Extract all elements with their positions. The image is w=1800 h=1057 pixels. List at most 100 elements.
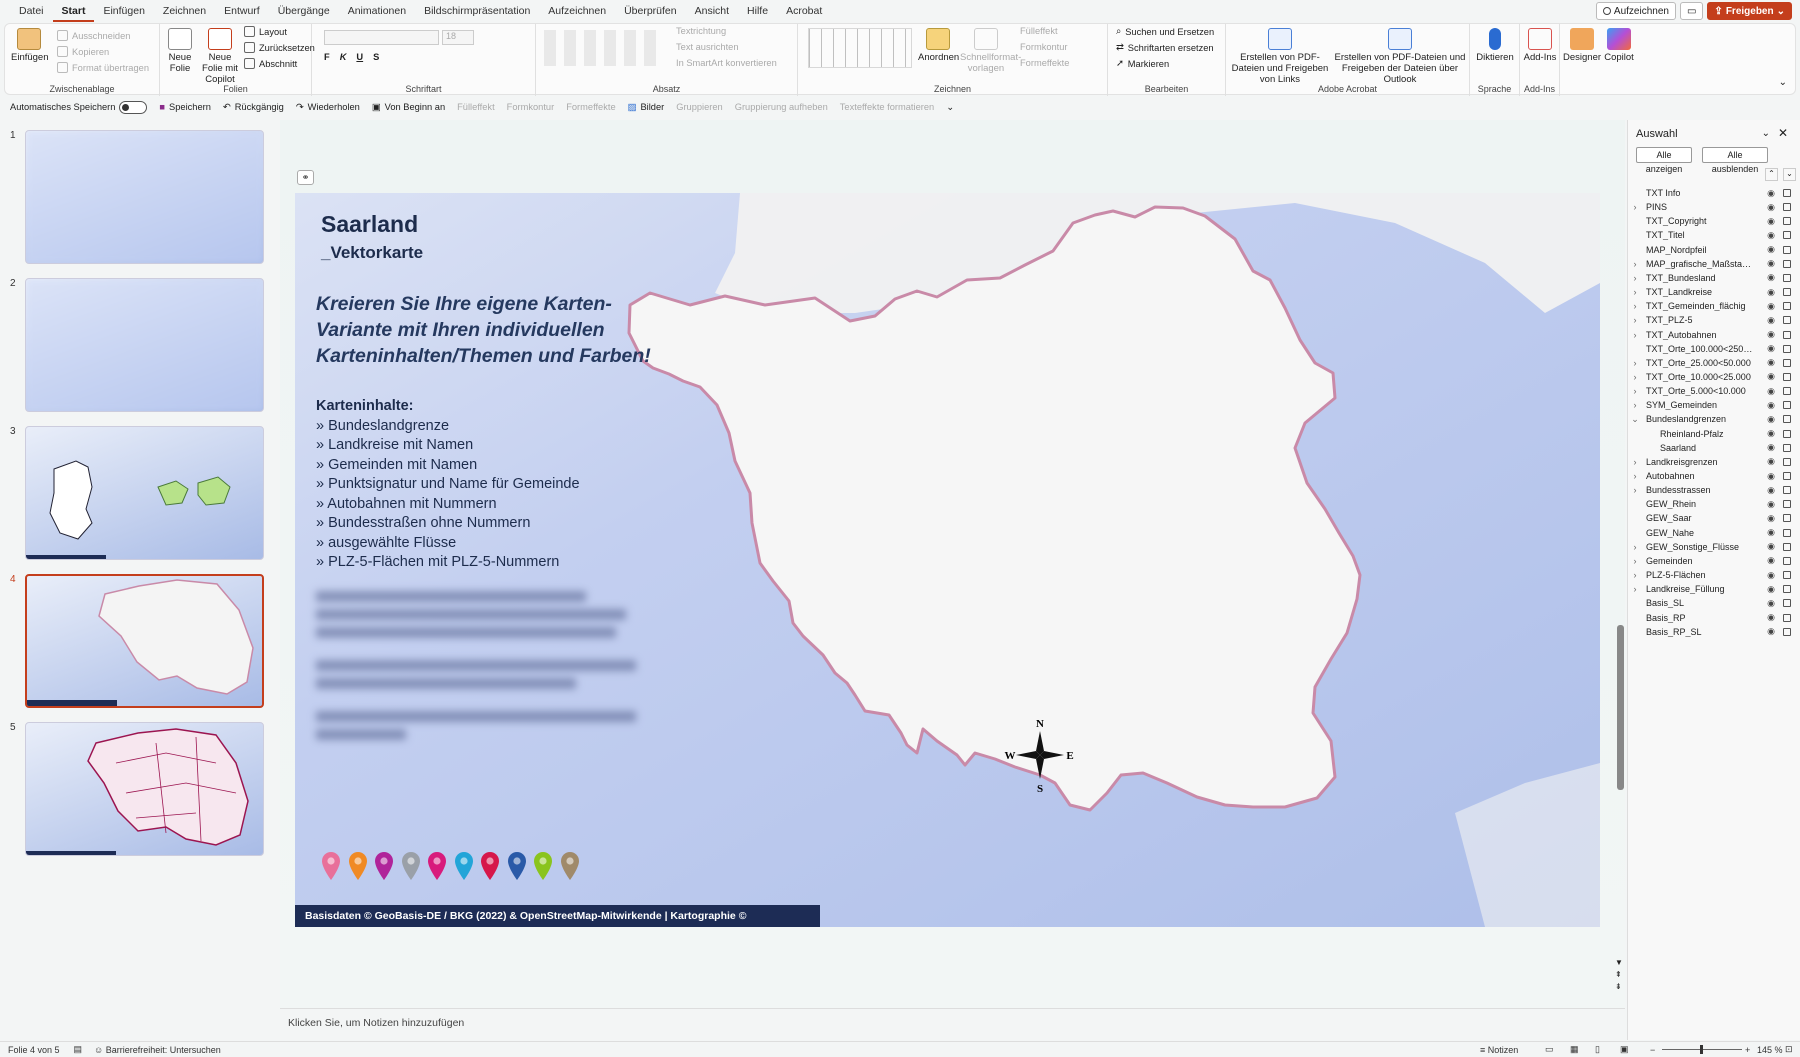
visibility-eye-icon[interactable]: ◉ bbox=[1767, 485, 1775, 496]
map-pins[interactable] bbox=[321, 851, 580, 881]
format-painter-button[interactable]: Format übertragen bbox=[57, 62, 149, 73]
copyright-footer[interactable]: Basisdaten © GeoBasis-DE / BKG (2022) & … bbox=[295, 905, 820, 927]
visibility-eye-icon[interactable]: ◉ bbox=[1767, 414, 1775, 425]
visibility-eye-icon[interactable]: ◉ bbox=[1767, 202, 1775, 213]
find-replace-button[interactable]: ⌕ Suchen und Ersetzen bbox=[1116, 26, 1214, 37]
expand-chevron-icon[interactable]: › bbox=[1630, 287, 1640, 297]
fit-slide-icon[interactable]: ⊡ bbox=[1785, 1044, 1793, 1055]
visibility-eye-icon[interactable]: ◉ bbox=[1767, 371, 1775, 382]
expand-chevron-icon[interactable]: › bbox=[1630, 273, 1640, 283]
visibility-eye-icon[interactable]: ◉ bbox=[1767, 456, 1775, 467]
font-size-select[interactable]: 18 bbox=[442, 30, 474, 45]
pane-options-icon[interactable]: ⌄ bbox=[1762, 128, 1770, 139]
toggle-switch[interactable] bbox=[119, 100, 148, 114]
slide-headline[interactable]: Kreieren Sie Ihre eigene Karten-Variante… bbox=[316, 291, 676, 369]
quick-styles-button[interactable]: Schnellformat-vorlagen bbox=[960, 28, 1021, 74]
visibility-eye-icon[interactable]: ◉ bbox=[1767, 188, 1775, 199]
save-button[interactable]: ■ Speichern bbox=[159, 102, 211, 112]
lock-icon[interactable] bbox=[1783, 203, 1791, 212]
designer-button[interactable]: Designer bbox=[1563, 28, 1601, 63]
visibility-eye-icon[interactable]: ◉ bbox=[1767, 272, 1775, 283]
reading-view-icon[interactable]: ▯ bbox=[1595, 1044, 1600, 1055]
qat-effects-button[interactable]: Formeffekte bbox=[566, 102, 615, 112]
slideshow-view-icon[interactable]: ▣ bbox=[1620, 1044, 1629, 1055]
expand-chevron-icon[interactable]: › bbox=[1630, 372, 1640, 382]
addins-button[interactable]: Add-Ins bbox=[1522, 28, 1558, 63]
bold-button[interactable]: F bbox=[324, 52, 330, 62]
visibility-eye-icon[interactable]: ◉ bbox=[1767, 244, 1775, 255]
tab-überprüfen[interactable]: Überprüfen bbox=[615, 0, 686, 22]
visibility-eye-icon[interactable]: ◉ bbox=[1767, 386, 1775, 397]
undo-button[interactable]: ↶ Rückgängig bbox=[223, 102, 284, 113]
slide-thumbnail-2[interactable] bbox=[25, 278, 264, 412]
spellcheck-icon[interactable]: ▤ bbox=[74, 1044, 83, 1055]
lock-icon[interactable] bbox=[1783, 542, 1791, 551]
align-text-button[interactable]: Text ausrichten bbox=[676, 42, 739, 52]
map-contents-list[interactable]: Karteninhalte: » Bundeslandgrenze » Land… bbox=[316, 397, 580, 573]
map-pin-10[interactable] bbox=[560, 851, 580, 881]
shape-effects-button[interactable]: Formeffekte bbox=[1020, 58, 1069, 68]
expand-chevron-icon[interactable]: › bbox=[1630, 556, 1640, 566]
visibility-eye-icon[interactable]: ◉ bbox=[1767, 555, 1775, 566]
lock-icon[interactable] bbox=[1783, 457, 1791, 466]
expand-chevron-icon[interactable]: › bbox=[1630, 485, 1640, 495]
tab-hilfe[interactable]: Hilfe bbox=[738, 0, 777, 22]
tab-einfügen[interactable]: Einfügen bbox=[94, 0, 153, 22]
map-pin-5[interactable] bbox=[427, 851, 447, 881]
arrange-button[interactable]: Anordnen bbox=[918, 28, 959, 63]
italic-button[interactable]: K bbox=[340, 52, 347, 62]
ungroup-button[interactable]: Gruppierung aufheben bbox=[735, 102, 828, 112]
lock-icon[interactable] bbox=[1783, 273, 1791, 282]
tab-acrobat[interactable]: Acrobat bbox=[777, 0, 831, 22]
map-pin-9[interactable] bbox=[533, 851, 553, 881]
pictures-button[interactable]: ▨ Bilder bbox=[628, 102, 665, 113]
lock-icon[interactable] bbox=[1783, 330, 1791, 339]
visibility-eye-icon[interactable]: ◉ bbox=[1767, 527, 1775, 538]
tab-bildschirmpräsentation[interactable]: Bildschirmpräsentation bbox=[415, 0, 539, 22]
visibility-eye-icon[interactable]: ◉ bbox=[1767, 301, 1775, 312]
lock-icon[interactable] bbox=[1783, 245, 1791, 254]
lock-icon[interactable] bbox=[1783, 358, 1791, 367]
map-pin-4[interactable] bbox=[401, 851, 421, 881]
slide-thumbnail-3[interactable] bbox=[25, 426, 264, 560]
lock-icon[interactable] bbox=[1783, 231, 1791, 240]
map-pin-7[interactable] bbox=[480, 851, 500, 881]
map-pin-8[interactable] bbox=[507, 851, 527, 881]
notes-toggle[interactable]: ≡ Notizen bbox=[1480, 1045, 1518, 1055]
lock-icon[interactable] bbox=[1783, 217, 1791, 226]
font-family-select[interactable] bbox=[324, 30, 439, 45]
qat-fill-button[interactable]: Fülleffekt bbox=[457, 102, 495, 112]
lock-icon[interactable] bbox=[1783, 302, 1791, 311]
expand-chevron-icon[interactable]: › bbox=[1630, 330, 1640, 340]
reset-button[interactable]: Zurücksetzen bbox=[244, 42, 315, 53]
slide-sorter-icon[interactable]: ▦ bbox=[1570, 1044, 1579, 1055]
lock-icon[interactable] bbox=[1783, 585, 1791, 594]
lock-icon[interactable] bbox=[1783, 344, 1791, 353]
lock-icon[interactable] bbox=[1783, 514, 1791, 523]
expand-chevron-icon[interactable]: › bbox=[1630, 570, 1640, 580]
expand-chevron-icon[interactable]: › bbox=[1630, 457, 1640, 467]
lock-icon[interactable] bbox=[1783, 528, 1791, 537]
copy-button[interactable]: Kopieren bbox=[57, 46, 109, 57]
close-icon[interactable]: ✕ bbox=[1778, 126, 1788, 140]
customize-qat-icon[interactable]: ⌄ bbox=[946, 102, 954, 113]
strikethrough-button[interactable]: S bbox=[373, 52, 379, 62]
expand-chevron-icon[interactable]: › bbox=[1630, 386, 1640, 396]
record-button[interactable]: Aufzeichnen bbox=[1595, 2, 1676, 20]
map-pin-2[interactable] bbox=[348, 851, 368, 881]
normal-view-icon[interactable]: ▭ bbox=[1545, 1044, 1554, 1055]
layout-button[interactable]: Layout bbox=[244, 26, 287, 37]
visibility-eye-icon[interactable]: ◉ bbox=[1767, 570, 1775, 581]
lock-icon[interactable] bbox=[1783, 316, 1791, 325]
select-button[interactable]: ➚ Markieren bbox=[1116, 58, 1169, 69]
lock-icon[interactable] bbox=[1783, 556, 1791, 565]
visibility-eye-icon[interactable]: ◉ bbox=[1767, 315, 1775, 326]
redo-button[interactable]: ↷ Wiederholen bbox=[296, 102, 360, 113]
paste-button[interactable]: Einfügen bbox=[11, 28, 49, 63]
layer-item[interactable]: Basis_RP_SL ◉ bbox=[1628, 624, 1800, 640]
map-pin-6[interactable] bbox=[454, 851, 474, 881]
lock-icon[interactable] bbox=[1783, 429, 1791, 438]
cut-button[interactable]: Ausschneiden bbox=[57, 30, 130, 41]
zoom-out-icon[interactable]: − bbox=[1650, 1045, 1655, 1055]
lock-icon[interactable] bbox=[1783, 613, 1791, 622]
